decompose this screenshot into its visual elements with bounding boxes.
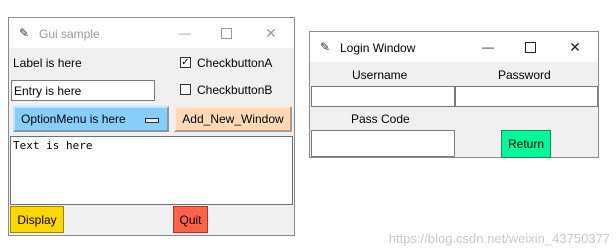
login-titlebar[interactable]: ✎ Login Window — ✕	[310, 32, 598, 62]
checkbox-b-label[interactable]: CheckbuttonB	[197, 83, 272, 97]
return-button-label: Return	[507, 137, 545, 151]
feather-icon: ✎	[19, 26, 30, 40]
quit-button-label: Quit	[179, 212, 202, 227]
sample-entry[interactable]: Entry is here	[11, 80, 155, 101]
login-title: Login Window	[340, 41, 416, 55]
entry-value: Entry is here	[14, 84, 82, 98]
add-new-window-button[interactable]: Add_New_Window	[174, 106, 292, 132]
watermark: https://blog.csdn.net/weixin_43750377	[388, 231, 610, 246]
quit-button[interactable]: Quit	[173, 206, 208, 233]
window-title: Gui sample	[39, 27, 100, 41]
username-input[interactable]	[311, 86, 455, 107]
gui-sample-window: ✎ Gui sample — ✕ Label is here ✓ Checkbu…	[8, 17, 295, 236]
close-icon[interactable]: ✕	[261, 23, 281, 43]
checkbox-a[interactable]: ✓	[180, 57, 191, 68]
passcode-label: Pass Code	[351, 112, 410, 126]
option-menu-indicator-icon	[145, 118, 159, 123]
checkbox-a-label[interactable]: CheckbuttonA	[197, 56, 272, 70]
display-button-label: Display	[17, 212, 57, 227]
return-button[interactable]: Return	[501, 130, 551, 158]
login-window: ✎ Login Window — ✕ Username Password Pas…	[309, 31, 599, 158]
add-new-window-label: Add_New_Window	[182, 112, 284, 126]
maximize-icon[interactable]	[216, 23, 236, 43]
password-label: Password	[498, 68, 551, 82]
minimize-icon[interactable]: —	[478, 37, 498, 57]
feather-icon: ✎	[320, 40, 331, 54]
username-label: Username	[352, 68, 408, 82]
sample-label: Label is here	[13, 56, 82, 70]
text-area-content: Text is here	[13, 139, 93, 152]
gui-titlebar[interactable]: ✎ Gui sample — ✕	[9, 18, 294, 48]
password-input[interactable]	[455, 86, 598, 107]
maximize-icon[interactable]	[520, 37, 540, 57]
display-button[interactable]: Display	[10, 206, 64, 233]
text-area[interactable]: Text is here	[10, 136, 293, 205]
passcode-input[interactable]	[311, 130, 455, 157]
close-icon[interactable]: ✕	[565, 37, 585, 57]
option-menu[interactable]: OptionMenu is here	[13, 106, 169, 132]
minimize-icon[interactable]: —	[175, 23, 195, 43]
checkbox-b[interactable]	[180, 84, 191, 95]
option-menu-value: OptionMenu is here	[21, 112, 126, 126]
